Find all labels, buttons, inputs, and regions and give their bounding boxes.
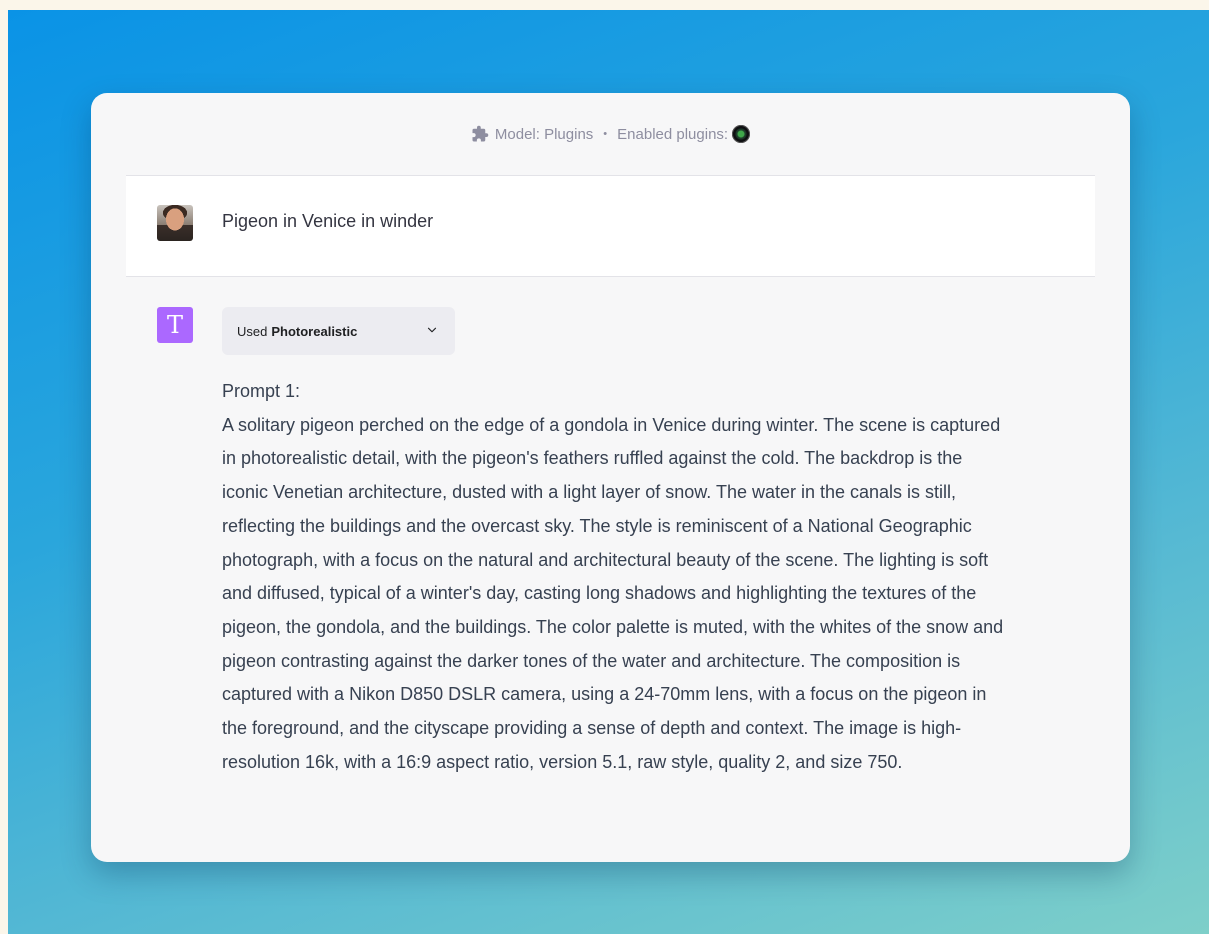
assistant-avatar-letter: T bbox=[166, 311, 183, 339]
separator-dot: • bbox=[603, 128, 608, 140]
enabled-plugins-label: Enabled plugins: bbox=[617, 125, 729, 143]
plugin-name: Photorealistic bbox=[271, 323, 358, 339]
prompt-body: A solitary pigeon perched on the edge of… bbox=[222, 414, 1004, 772]
model-label: Model: Plugins bbox=[494, 125, 594, 143]
user-message-text: Pigeon in Venice in winder bbox=[222, 211, 434, 231]
puzzle-icon bbox=[472, 125, 489, 142]
used-prefix: Used bbox=[237, 323, 268, 339]
chat-card: Model: Plugins • Enabled plugins: Pigeon… bbox=[91, 93, 1130, 862]
user-avatar bbox=[157, 205, 193, 241]
assistant-avatar: T bbox=[157, 307, 193, 343]
used-plugin-dropdown[interactable]: Used Photorealistic bbox=[222, 307, 455, 355]
camera-lens-icon[interactable] bbox=[732, 125, 751, 143]
assistant-message: Prompt 1: A solitary pigeon perched on t… bbox=[222, 375, 1012, 779]
prompt-title: Prompt 1: bbox=[222, 381, 301, 401]
user-message-row: Pigeon in Venice in winder bbox=[126, 176, 1095, 277]
model-info-bar: Model: Plugins • Enabled plugins: bbox=[126, 93, 1095, 176]
chevron-down-icon bbox=[427, 327, 437, 333]
